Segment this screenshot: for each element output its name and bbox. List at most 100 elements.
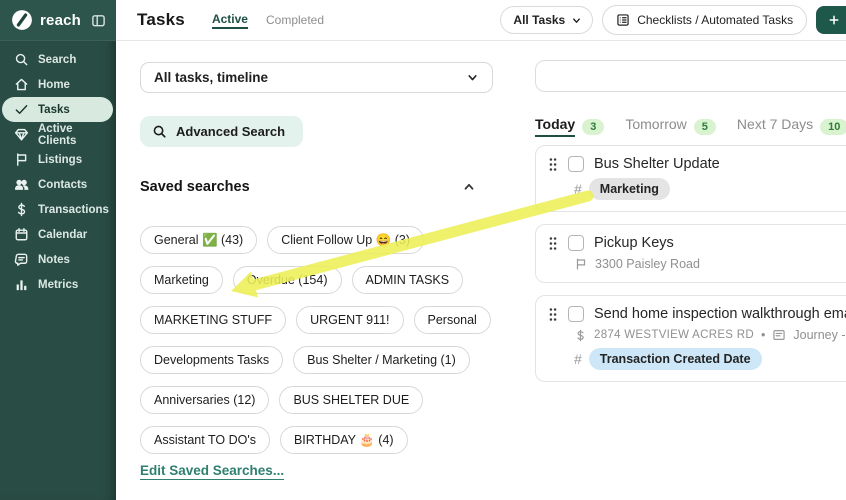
tab-label: Today [535, 116, 575, 137]
contacts-icon [14, 177, 29, 192]
checklists-button-label: Checklists / Automated Tasks [637, 13, 793, 27]
saved-search-pill-urgent-911[interactable]: URGENT 911! [296, 306, 403, 334]
tab-count-badge: 10 [820, 119, 846, 135]
sidebar-item-label: Search [38, 54, 76, 66]
sidebar-toggle-icon[interactable] [91, 13, 106, 28]
hash-icon: # [574, 351, 582, 367]
sidebar-item-active-clients[interactable]: Active Clients [0, 122, 116, 147]
sidebar-item-label: Notes [38, 254, 70, 266]
sidebar-item-search[interactable]: Search [0, 47, 116, 72]
task-tag-marketing[interactable]: Marketing [589, 178, 670, 200]
sidebar-item-label: Home [38, 79, 70, 91]
flag-icon [14, 152, 29, 167]
chevron-up-icon[interactable] [462, 180, 476, 194]
sidebar-item-transactions[interactable]: Transactions [0, 197, 116, 222]
sidebar-item-contacts[interactable]: Contacts [0, 172, 116, 197]
dot-separator: • [761, 328, 765, 342]
create-button[interactable]: Create [816, 6, 846, 34]
task-card[interactable]: Bus Shelter Update # Marketing [535, 145, 846, 212]
task-listing-row: 3300 Paisley Road [574, 257, 846, 271]
saved-search-pill-birthday-4[interactable]: BIRTHDAY 🎂 (4) [280, 426, 408, 454]
saved-search-pill-client-follow-up-3[interactable]: Client Follow Up 😄 (3) [267, 226, 424, 254]
tab-count-badge: 5 [694, 119, 716, 135]
task-card[interactable]: Send home inspection walkthrough email28… [535, 295, 846, 382]
calendar-icon [14, 227, 29, 242]
sidebar-item-home[interactable]: Home [0, 72, 116, 97]
saved-search-row: MARKETING STUFF URGENT 911! Personal [140, 306, 491, 334]
sidebar-item-metrics[interactable]: Metrics [0, 272, 116, 297]
search-icon [14, 52, 29, 67]
task-transaction-row: 2874 WESTVIEW ACRES RD•Journey - Buyer [574, 328, 846, 342]
task-main-row: Bus Shelter Update [548, 156, 846, 172]
saved-search-pill-admin-tasks[interactable]: ADMIN TASKS [352, 266, 464, 294]
saved-search-pill-marketing[interactable]: Marketing [140, 266, 223, 294]
sidebar-item-notes[interactable]: Notes [0, 247, 116, 272]
gem-icon [14, 127, 29, 142]
task-tag-transaction-created-date[interactable]: Transaction Created Date [589, 348, 762, 370]
task-main-row: Pickup Keys [548, 235, 846, 251]
saved-search-pill-bus-shelter-due[interactable]: BUS SHELTER DUE [279, 386, 423, 414]
journey-icon [772, 328, 786, 342]
saved-search-pill-personal[interactable]: Personal [414, 306, 491, 334]
saved-search-pill-overdue-154[interactable]: Overdue (154) [233, 266, 342, 294]
sidebar-item-label: Tasks [38, 104, 70, 116]
chevron-down-icon [571, 15, 582, 26]
journey-label: Journey - Buyer [793, 328, 846, 342]
saved-search-pill-bus-shelter-marketing-1[interactable]: Bus Shelter / Marketing (1) [293, 346, 470, 374]
task-card[interactable]: Pickup Keys 3300 Paisley Road [535, 224, 846, 283]
drag-handle-icon[interactable] [548, 236, 558, 251]
page-title: Tasks [137, 10, 185, 30]
topbar: Tasks Active Completed All Tasks Checkli… [116, 0, 846, 41]
saved-search-row: Assistant TO DO's BIRTHDAY 🎂 (4) [140, 426, 491, 454]
metrics-icon [14, 277, 29, 292]
edit-saved-searches-link[interactable]: Edit Saved Searches... [140, 463, 284, 478]
home-icon [14, 77, 29, 92]
sidebar-item-tasks[interactable]: Tasks [2, 97, 113, 122]
timeline-dropdown[interactable]: All tasks, timeline [140, 62, 493, 93]
drag-handle-icon[interactable] [548, 157, 558, 172]
hash-icon: # [574, 181, 582, 197]
saved-search-pill-marketing-stuff[interactable]: MARKETING STUFF [140, 306, 286, 334]
advanced-search-button[interactable]: Advanced Search [140, 116, 303, 147]
task-search-input[interactable] [535, 60, 846, 92]
saved-search-pill-general-43[interactable]: General ✅ (43) [140, 226, 257, 254]
drag-handle-icon[interactable] [548, 307, 558, 322]
task-checkbox[interactable] [568, 156, 584, 172]
saved-search-row: Marketing Overdue (154) ADMIN TASKS [140, 266, 491, 294]
tab-tomorrow[interactable]: Tomorrow5 [625, 116, 716, 137]
saved-search-row: Anniversaries (12) BUS SHELTER DUE [140, 386, 491, 414]
saved-search-pill-assistant-to-do-s[interactable]: Assistant TO DO's [140, 426, 270, 454]
sidebar-nav: Search Home Tasks Active Clients Listings Con… [0, 41, 116, 297]
tab-completed[interactable]: Completed [266, 13, 324, 27]
saved-search-pill-developments-tasks[interactable]: Developments Tasks [140, 346, 283, 374]
saved-search-pill-anniversaries-12[interactable]: Anniversaries (12) [140, 386, 269, 414]
topbar-actions: All Tasks Checklists / Automated Tasks C… [500, 5, 846, 35]
listing-address: 3300 Paisley Road [595, 257, 700, 271]
notes-icon [14, 252, 29, 267]
sidebar-item-label: Active Clients [38, 123, 108, 147]
sidebar: reach SearchHomeTasksActive ClientsListi… [0, 0, 116, 500]
task-checkbox[interactable] [568, 235, 584, 251]
advanced-search-label: Advanced Search [176, 124, 285, 139]
tab-next-7-days[interactable]: Next 7 Days10 [737, 116, 846, 137]
task-list: Bus Shelter Update # Marketing Pickup Keys 3… [535, 145, 846, 394]
sidebar-item-calendar[interactable]: Calendar [0, 222, 116, 247]
task-checkbox[interactable] [568, 306, 584, 322]
sidebar-item-listings[interactable]: Listings [0, 147, 116, 172]
saved-searches-header: Saved searches [140, 179, 476, 195]
checklists-automated-tasks-button[interactable]: Checklists / Automated Tasks [602, 5, 807, 35]
tab-active[interactable]: Active [212, 12, 248, 29]
tab-today[interactable]: Today3 [535, 116, 604, 137]
all-tasks-dropdown[interactable]: All Tasks [500, 6, 593, 34]
sidebar-item-label: Metrics [38, 279, 78, 291]
chevron-down-icon [466, 71, 479, 84]
task-tags-row: # Transaction Created Date [574, 348, 846, 370]
dollar-icon [14, 202, 29, 217]
task-title: Bus Shelter Update [594, 156, 720, 172]
sidebar-item-label: Listings [38, 154, 82, 166]
timeline-dropdown-label: All tasks, timeline [154, 70, 268, 85]
saved-search-row: Developments Tasks Bus Shelter / Marketin… [140, 346, 491, 374]
saved-searches-list: General ✅ (43) Client Follow Up 😄 (3) Mark… [140, 226, 491, 466]
listing-flag-icon [574, 257, 588, 271]
task-title: Pickup Keys [594, 235, 674, 251]
